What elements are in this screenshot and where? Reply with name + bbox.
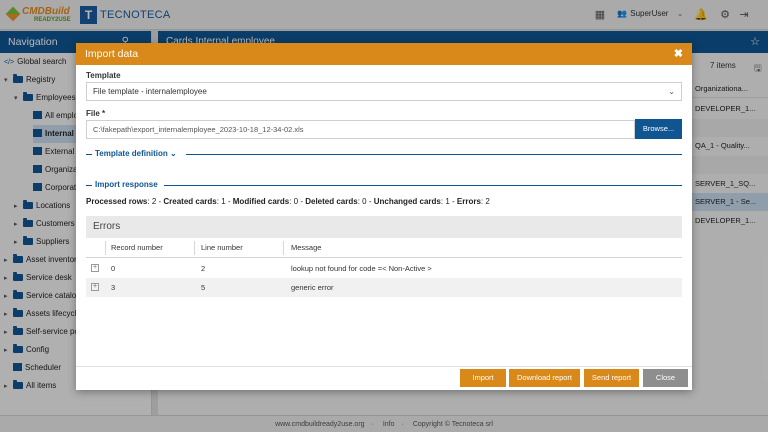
template-label: Template (86, 71, 121, 80)
table-row[interactable]: + 3 5 generic error (86, 278, 682, 297)
template-definition-toggle[interactable]: Template definition ⌄ (95, 149, 177, 159)
template-definition-section[interactable]: Template definition ⌄ (86, 149, 682, 159)
expand-icon[interactable]: + (91, 264, 99, 272)
import-response-title: Import response (95, 180, 158, 189)
file-input[interactable]: C:\fakepath\export_internalemployee_2023… (86, 120, 635, 139)
column-header-message[interactable]: Message (291, 238, 321, 258)
column-header-line-number[interactable]: Line number (201, 238, 243, 258)
file-label: File * (86, 109, 106, 118)
errors-title: Errors (86, 216, 682, 238)
import-summary: Processed rows: 2 - Created cards: 1 - M… (86, 197, 490, 206)
errors-panel: Errors Record number Line number Message… (86, 216, 682, 297)
import-response-section: Import response (86, 180, 682, 190)
close-button[interactable]: Close (643, 369, 688, 387)
send-report-button[interactable]: Send report (584, 369, 639, 387)
dialog-title: Import data (85, 48, 139, 60)
download-report-button[interactable]: Download report (509, 369, 580, 387)
errors-table-header: Record number Line number Message (86, 238, 682, 258)
import-button[interactable]: Import (460, 369, 506, 387)
chevron-down-icon: ⌄ (169, 149, 177, 158)
chevron-down-icon: ⌄ (668, 87, 675, 96)
column-header-record-number[interactable]: Record number (111, 238, 163, 258)
browse-button[interactable]: Browse... (635, 119, 682, 139)
import-data-dialog: Import data ✖ Template File template - i… (76, 43, 692, 390)
close-icon[interactable]: ✖ (674, 43, 683, 65)
expand-icon[interactable]: + (91, 283, 99, 291)
table-row[interactable]: + 0 2 lookup not found for code =< Non-A… (86, 259, 682, 278)
template-select[interactable]: File template - internalemployee ⌄ (86, 82, 682, 101)
dialog-header: Import data ✖ (76, 43, 692, 65)
dialog-footer: Import Download report Send report Close (76, 366, 692, 390)
template-value: File template - internalemployee (93, 87, 207, 96)
